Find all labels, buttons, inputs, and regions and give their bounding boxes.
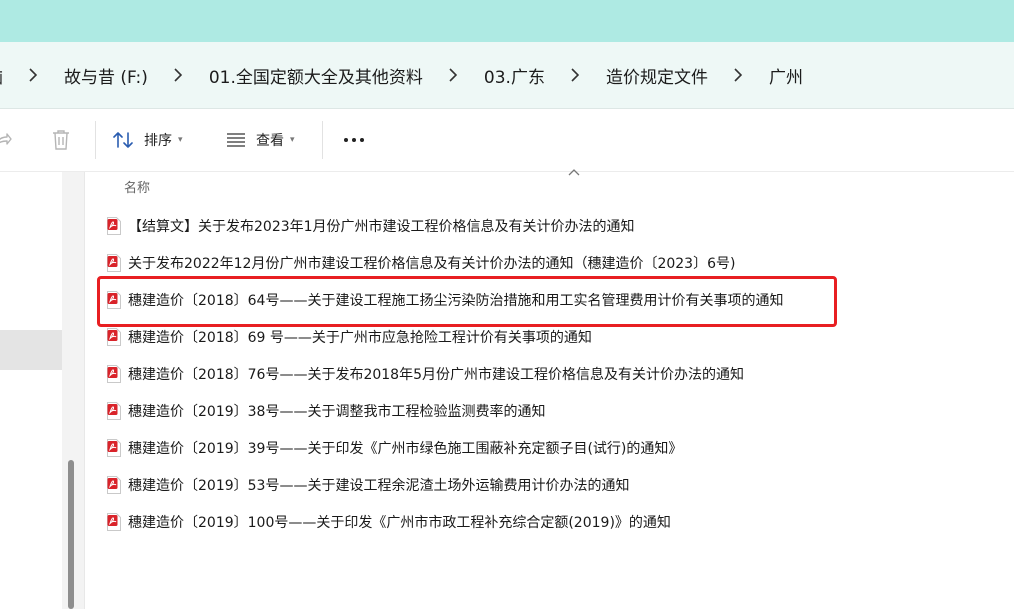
toolbar-divider <box>322 121 323 159</box>
list-item[interactable]: 穗建造价〔2019〕53号——关于建设工程余泥渣土场外运输费用计价办法的通知 <box>107 470 987 500</box>
breadcrumb-item[interactable]: 脑 <box>0 63 3 88</box>
chevron-right-icon[interactable] <box>449 68 457 82</box>
list-item[interactable]: 穗建造价〔2019〕39号——关于印发《广州市绿色施工围蔽补充定额子目(试行)的… <box>107 433 987 463</box>
list-item[interactable]: 穗建造价〔2019〕38号——关于调整我市工程检验监测费率的通知 <box>107 396 987 426</box>
file-name: 穗建造价〔2019〕38号——关于调整我市工程检验监测费率的通知 <box>128 404 546 420</box>
chevron-right-icon[interactable] <box>571 68 579 82</box>
chevron-right-icon[interactable] <box>174 68 182 82</box>
toolbar-divider <box>95 121 96 159</box>
file-name: 穗建造价〔2018〕64号——关于建设工程施工扬尘污染防治措施和用工实名管理费用… <box>128 293 784 309</box>
pdf-file-icon <box>107 476 121 494</box>
chevron-right-icon[interactable] <box>29 68 37 82</box>
view-label: 查看 <box>256 133 284 149</box>
navigation-pane-selected-item[interactable] <box>0 330 62 370</box>
file-list: 名称 【结算文】关于发布2023年1月份广州市建设工程价格信息及有关计价办法的通… <box>85 169 1014 609</box>
share-icon <box>0 133 12 145</box>
delete-button[interactable] <box>51 109 71 171</box>
command-bar: 排序 ▾ 查看 ▾ <box>0 109 1014 172</box>
file-name: 穗建造价〔2019〕39号——关于印发《广州市绿色施工围蔽补充定额子目(试行)的… <box>128 441 683 457</box>
pdf-file-icon <box>107 291 121 309</box>
pdf-file-icon <box>107 254 121 272</box>
sort-icon <box>113 132 133 148</box>
list-item[interactable]: 穗建造价〔2019〕100号——关于印发《广州市市政工程补充综合定额(2019)… <box>107 507 987 537</box>
pdf-file-icon <box>107 402 121 420</box>
breadcrumb-item[interactable]: 广州 <box>769 63 803 88</box>
list-item[interactable]: 穗建造价〔2018〕69 号——关于广州市应急抢险工程计价有关事项的通知 <box>107 322 987 352</box>
window-titlebar <box>0 0 1014 42</box>
chevron-down-icon: ▾ <box>178 135 183 145</box>
delete-icon <box>53 130 69 150</box>
file-name: 【结算文】关于发布2023年1月份广州市建设工程价格信息及有关计价办法的通知 <box>128 219 635 235</box>
pdf-file-icon <box>107 328 121 346</box>
list-item[interactable]: 关于发布2022年12月份广州市建设工程价格信息及有关计价办法的通知（穗建造价〔… <box>107 248 987 278</box>
pdf-file-icon <box>107 513 121 531</box>
breadcrumb-item[interactable]: 03.广东 <box>484 63 545 88</box>
breadcrumb: 脑 故与昔 (F:) 01.全国定额大全及其他资料 03.广东 造价规定文件 广… <box>0 42 803 108</box>
list-item[interactable]: 【结算文】关于发布2023年1月份广州市建设工程价格信息及有关计价办法的通知 <box>107 211 987 241</box>
navigation-pane[interactable] <box>0 172 62 609</box>
column-header-name[interactable]: 名称 <box>124 177 150 196</box>
view-icon <box>227 133 245 147</box>
pdf-file-icon <box>107 365 121 383</box>
more-options-button[interactable] <box>343 109 365 171</box>
pdf-file-icon <box>107 439 121 457</box>
navigation-scrollbar-thumb[interactable] <box>68 460 74 609</box>
chevron-right-icon[interactable] <box>734 68 742 82</box>
share-button[interactable] <box>0 109 12 171</box>
file-name: 穗建造价〔2018〕76号——关于发布2018年5月份广州市建设工程价格信息及有… <box>128 367 744 383</box>
file-name: 穗建造价〔2019〕100号——关于印发《广州市市政工程补充综合定额(2019)… <box>128 515 671 531</box>
sort-label: 排序 <box>144 133 172 149</box>
view-button[interactable]: 查看 ▾ <box>226 109 295 171</box>
more-icon <box>344 138 364 142</box>
sort-button[interactable]: 排序 ▾ <box>113 109 183 171</box>
file-name: 穗建造价〔2018〕69 号——关于广州市应急抢险工程计价有关事项的通知 <box>128 330 592 346</box>
chevron-down-icon: ▾ <box>290 135 295 145</box>
breadcrumb-item[interactable]: 造价规定文件 <box>606 63 708 88</box>
breadcrumb-item[interactable]: 故与昔 (F:) <box>64 63 148 88</box>
breadcrumb-item[interactable]: 01.全国定额大全及其他资料 <box>209 63 423 88</box>
sort-up-icon <box>568 169 580 176</box>
address-bar[interactable]: 脑 故与昔 (F:) 01.全国定额大全及其他资料 03.广东 造价规定文件 广… <box>0 42 1014 109</box>
file-name: 穗建造价〔2019〕53号——关于建设工程余泥渣土场外运输费用计价办法的通知 <box>128 478 630 494</box>
list-item[interactable]: 穗建造价〔2018〕64号——关于建设工程施工扬尘污染防治措施和用工实名管理费用… <box>107 285 987 315</box>
list-item[interactable]: 穗建造价〔2018〕76号——关于发布2018年5月份广州市建设工程价格信息及有… <box>107 359 987 389</box>
pdf-file-icon <box>107 217 121 235</box>
file-name: 关于发布2022年12月份广州市建设工程价格信息及有关计价办法的通知（穗建造价〔… <box>128 256 736 272</box>
